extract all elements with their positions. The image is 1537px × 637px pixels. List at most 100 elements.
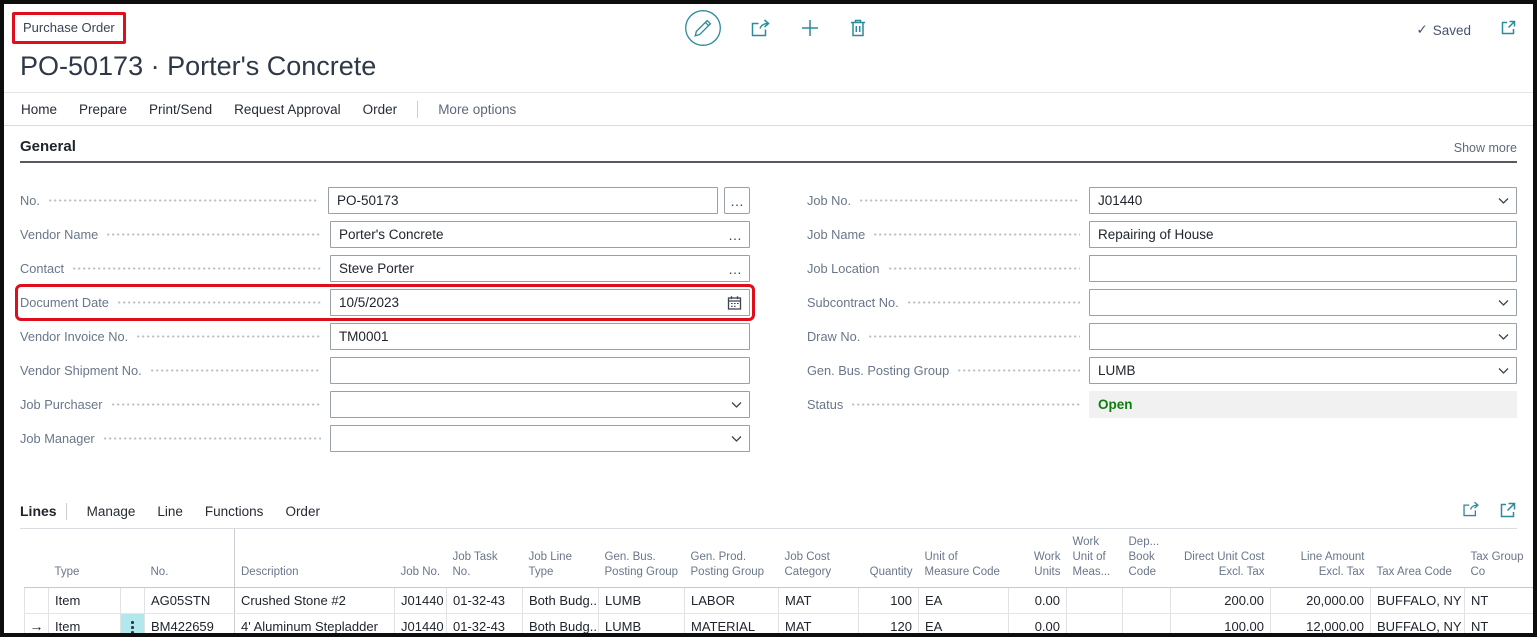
menu-item-prepare[interactable]: Prepare: [68, 102, 138, 117]
chevron-down-icon[interactable]: [1498, 367, 1509, 374]
col-type[interactable]: Type: [49, 529, 121, 587]
cell-gen-bus-posting-group[interactable]: LUMB: [599, 613, 685, 637]
col-quantity[interactable]: Quantity: [859, 529, 919, 587]
edit-button[interactable]: [684, 9, 722, 50]
cell-type[interactable]: Item: [49, 587, 121, 613]
col-job-task-no[interactable]: Job Task No.: [447, 529, 523, 587]
cell-tax-group-code[interactable]: NT: [1465, 613, 1534, 637]
row-menu-cell[interactable]: [121, 613, 145, 637]
cell-unit-of-measure[interactable]: EA: [919, 613, 1009, 637]
col-line-amount[interactable]: Line Amount Excl. Tax: [1271, 529, 1371, 587]
lines-menu-manage[interactable]: Manage: [76, 504, 147, 519]
cell-quantity[interactable]: 100: [859, 587, 919, 613]
show-more-link[interactable]: Show more: [1454, 141, 1517, 155]
col-work-units[interactable]: Work Units: [1009, 529, 1067, 587]
cell-description[interactable]: Crushed Stone #2: [235, 587, 395, 613]
new-button[interactable]: [799, 17, 821, 42]
contact-input[interactable]: [330, 255, 750, 282]
cell-direct-unit-cost[interactable]: 200.00: [1171, 587, 1271, 613]
vendor-name-input[interactable]: [330, 221, 750, 248]
col-gen-prod-posting-group[interactable]: Gen. Prod. Posting Group: [685, 529, 779, 587]
lines-menu-functions[interactable]: Functions: [194, 504, 275, 519]
lines-menu-order[interactable]: Order: [274, 504, 331, 519]
cell-work-units[interactable]: 0.00: [1009, 613, 1067, 637]
vendor-shipment-no-input[interactable]: [330, 357, 750, 384]
subcontract-no-input[interactable]: [1089, 289, 1517, 316]
cell-work-unit-of-meas[interactable]: [1067, 587, 1123, 613]
draw-no-input[interactable]: [1089, 323, 1517, 350]
cell-direct-unit-cost[interactable]: 100.00: [1171, 613, 1271, 637]
cell-quantity[interactable]: 120: [859, 613, 919, 637]
cell-job-task-no[interactable]: 01-32-43: [447, 587, 523, 613]
cell-line-amount[interactable]: 12,000.00: [1271, 613, 1371, 637]
cell-dep-book-code[interactable]: [1123, 587, 1171, 613]
lines-menu-line[interactable]: Line: [146, 504, 194, 519]
cell-gen-bus-posting-group[interactable]: LUMB: [599, 587, 685, 613]
col-work-unit-of-meas[interactable]: Work Unit of Meas...: [1067, 529, 1123, 587]
menu-item-print-send[interactable]: Print/Send: [138, 102, 223, 117]
col-job-cost-category[interactable]: Job Cost Category: [779, 529, 859, 587]
cell-no[interactable]: BM422659: [145, 613, 235, 637]
col-dep-book-code[interactable]: Dep... Book Code: [1123, 529, 1171, 587]
col-gen-bus-posting-group[interactable]: Gen. Bus. Posting Group: [599, 529, 685, 587]
job-manager-input[interactable]: [330, 425, 750, 452]
cell-tax-area-code[interactable]: BUFFALO, NY: [1371, 587, 1465, 613]
cell-no[interactable]: AG05STN: [145, 587, 235, 613]
cell-work-units[interactable]: 0.00: [1009, 587, 1067, 613]
col-description[interactable]: Description: [235, 529, 395, 587]
cell-work-unit-of-meas[interactable]: [1067, 613, 1123, 637]
chevron-down-icon[interactable]: [731, 435, 742, 442]
col-unit-of-measure-code[interactable]: Unit of Measure Code: [919, 529, 1009, 587]
col-job-no[interactable]: Job No.: [395, 529, 447, 587]
cell-job-line-type[interactable]: Both Budg...: [523, 587, 599, 613]
document-date-input[interactable]: [330, 289, 750, 316]
delete-button[interactable]: [848, 17, 868, 42]
vendor-invoice-no-input[interactable]: [330, 323, 750, 350]
col-no[interactable]: No.: [145, 529, 235, 587]
menu-item-request-approval[interactable]: Request Approval: [223, 102, 352, 117]
chevron-down-icon[interactable]: [1498, 299, 1509, 306]
cell-type[interactable]: Item: [49, 613, 121, 637]
cell-dep-book-code[interactable]: [1123, 613, 1171, 637]
job-location-input[interactable]: [1089, 255, 1517, 282]
cell-job-cost-category[interactable]: MAT: [779, 613, 859, 637]
share-button[interactable]: [749, 18, 772, 42]
col-job-line-type[interactable]: Job Line Type: [523, 529, 599, 587]
job-no-input[interactable]: [1089, 187, 1517, 214]
menu-item-order[interactable]: Order: [352, 102, 409, 117]
ellipsis-icon[interactable]: …: [728, 228, 742, 242]
job-name-input[interactable]: [1089, 221, 1517, 248]
lines-open-in-excel-button[interactable]: [1499, 500, 1517, 522]
line-row-1[interactable]: Item AG05STN Crushed Stone #2 J01440 01-…: [25, 587, 1534, 613]
cell-line-amount[interactable]: 20,000.00: [1271, 587, 1371, 613]
no-input[interactable]: [328, 187, 718, 214]
row-menu-cell[interactable]: [121, 587, 145, 613]
cell-tax-group-code[interactable]: NT: [1465, 587, 1534, 613]
cell-unit-of-measure[interactable]: EA: [919, 587, 1009, 613]
open-in-new-window-button[interactable]: [1500, 19, 1517, 39]
cell-gen-prod-posting-group[interactable]: LABOR: [685, 587, 779, 613]
no-assist-edit-button[interactable]: …: [724, 187, 750, 214]
cell-job-no[interactable]: J01440: [395, 587, 447, 613]
col-tax-area-code[interactable]: Tax Area Code: [1371, 529, 1465, 587]
gen-bus-posting-group-input[interactable]: [1089, 357, 1517, 384]
lines-share-button[interactable]: [1461, 500, 1481, 522]
line-row-2-selected[interactable]: → Item BM422659 4' Aluminum Stepladder J…: [25, 613, 1534, 637]
cell-description[interactable]: 4' Aluminum Stepladder: [235, 613, 395, 637]
calendar-icon[interactable]: [727, 295, 742, 310]
more-options-button[interactable]: More options: [427, 102, 527, 117]
cell-job-cost-category[interactable]: MAT: [779, 587, 859, 613]
chevron-down-icon[interactable]: [1498, 197, 1509, 204]
col-direct-unit-cost[interactable]: Direct Unit Cost Excl. Tax: [1171, 529, 1271, 587]
cell-job-task-no[interactable]: 01-32-43: [447, 613, 523, 637]
cell-job-no[interactable]: J01440: [395, 613, 447, 637]
col-tax-group-code[interactable]: Tax Group Co: [1465, 529, 1534, 587]
cell-tax-area-code[interactable]: BUFFALO, NY: [1371, 613, 1465, 637]
cell-gen-prod-posting-group[interactable]: MATERIAL: [685, 613, 779, 637]
menu-item-home[interactable]: Home: [10, 102, 68, 117]
chevron-down-icon[interactable]: [1498, 333, 1509, 340]
job-purchaser-input[interactable]: [330, 391, 750, 418]
chevron-down-icon[interactable]: [731, 401, 742, 408]
cell-job-line-type[interactable]: Both Budg...: [523, 613, 599, 637]
ellipsis-icon[interactable]: …: [728, 262, 742, 276]
